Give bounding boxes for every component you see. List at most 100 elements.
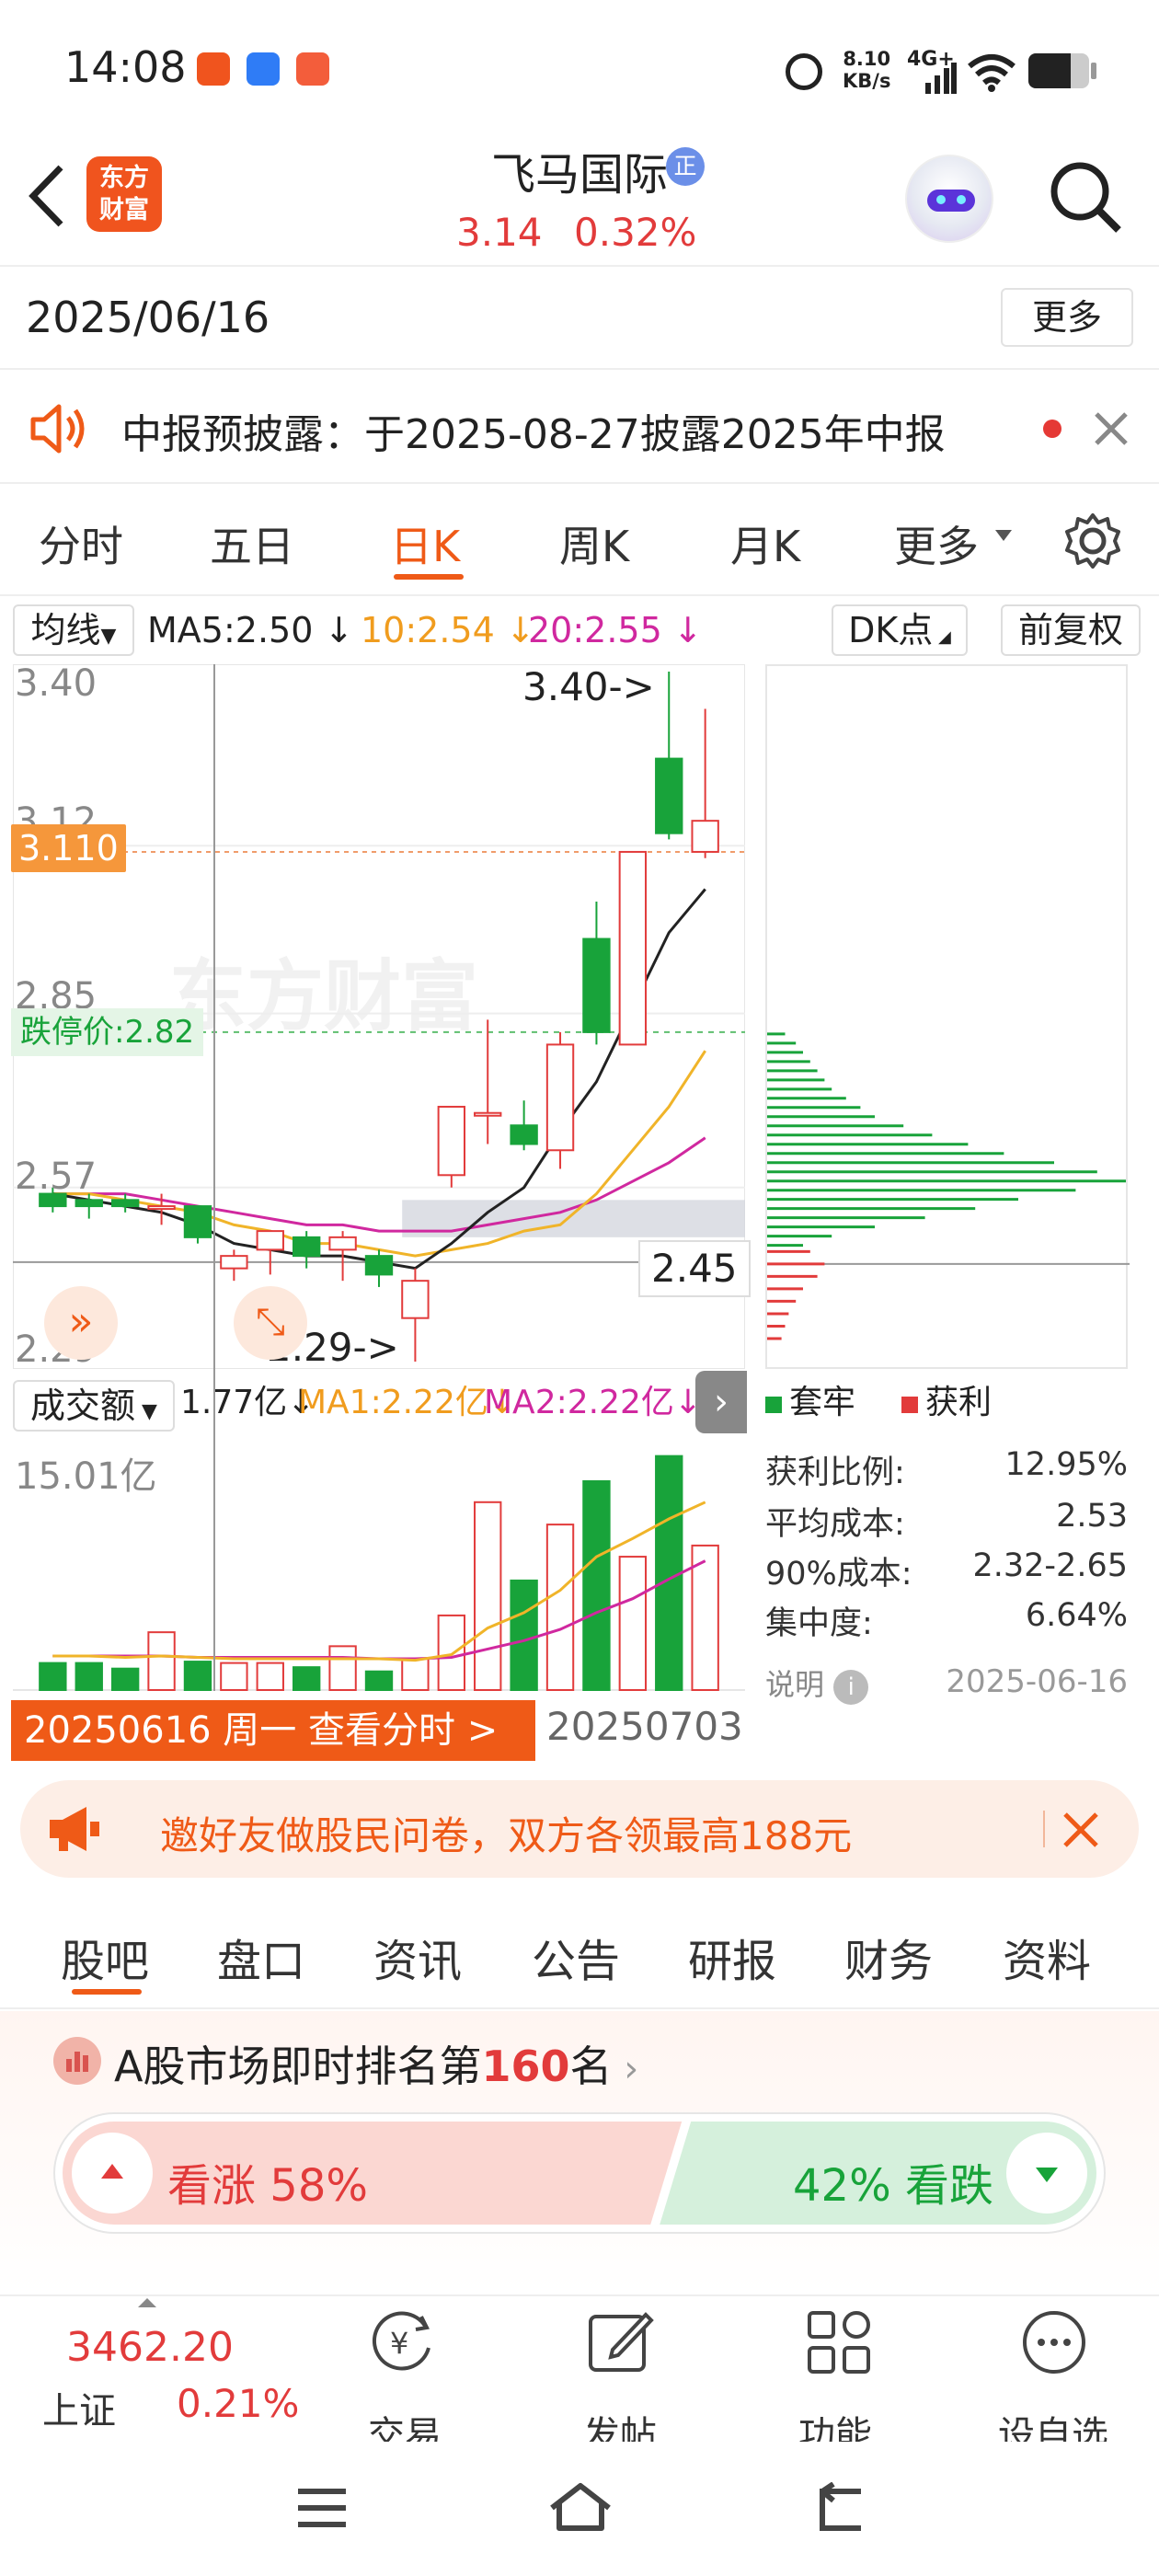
- notice-text: 中报预披露：于2025-08-27披露2025年中报: [121, 411, 946, 458]
- app-notification-icon: [296, 52, 329, 86]
- close-icon[interactable]: [1093, 410, 1130, 447]
- stat-label: 90%成本:: [765, 1556, 912, 1593]
- bull-segment: [63, 2122, 683, 2225]
- stat-label: 集中度:: [765, 1605, 873, 1642]
- expand-panel-icon[interactable]: ›: [695, 1371, 747, 1433]
- trade-icon[interactable]: ¥: [368, 2307, 438, 2377]
- note-link[interactable]: 说明 i: [765, 1662, 869, 1705]
- dk-point-button[interactable]: DK点 ◢: [832, 604, 968, 656]
- volume-bar: [691, 1544, 719, 1691]
- ranking-text[interactable]: A股市场即时排名第160名 ›: [114, 2033, 638, 2094]
- volume-bar: [39, 1662, 67, 1691]
- bear-label: 42% 看跌: [793, 2160, 993, 2212]
- home-icon[interactable]: [546, 2480, 614, 2534]
- candle-body: [618, 850, 648, 1046]
- limit-down-tag: 跌停价:2.82: [11, 1008, 204, 1056]
- tab-news[interactable]: 资讯: [373, 1925, 462, 1989]
- candle-body: [582, 937, 611, 1033]
- candle-body: [655, 757, 683, 834]
- robot-avatar-icon[interactable]: [905, 155, 993, 243]
- volume-bar: [582, 1480, 611, 1691]
- battery-tip: [1091, 63, 1096, 79]
- tab-announcements[interactable]: 公告: [532, 1925, 620, 1989]
- tab-weekly-k[interactable]: 周K: [559, 513, 629, 574]
- ma-selector-label: 均线: [30, 610, 101, 650]
- volume-value: 1.77亿↓: [180, 1384, 316, 1421]
- tab-finance[interactable]: 财务: [844, 1925, 933, 1989]
- stat-value: 6.64%: [1025, 1597, 1128, 1634]
- price-axis-label: 2.57: [15, 1156, 98, 1198]
- signal-icon: [925, 63, 957, 94]
- ranking-icon: [53, 2037, 101, 2085]
- volume-ma2: MA2:2.22亿↓: [484, 1384, 703, 1421]
- status-bar: 14:08 8.10 KB/s 4G+: [0, 0, 1159, 138]
- volume-bar: [401, 1658, 430, 1691]
- more-button[interactable]: 更多: [1001, 288, 1133, 347]
- logo-text-line1: 东方: [99, 164, 149, 192]
- vote-bear-button[interactable]: [1006, 2133, 1087, 2214]
- tab-intraday[interactable]: 分时: [39, 513, 123, 574]
- volume-selector[interactable]: 成交额 ▼: [13, 1380, 175, 1432]
- volume-bar: [183, 1661, 212, 1691]
- svg-text:¥: ¥: [390, 2326, 408, 2361]
- candle: [545, 1031, 575, 1169]
- volume-selector-label: 成交额: [30, 1386, 136, 1426]
- tab-more[interactable]: 更多: [894, 513, 979, 574]
- volume-bar: [328, 1645, 357, 1691]
- volume-bar: [545, 1524, 575, 1691]
- app-notification-icon: [197, 52, 230, 86]
- view-intraday-bar[interactable]: 20250616 周一 查看分时 >: [11, 1700, 535, 1761]
- functions-icon[interactable]: [804, 2307, 874, 2377]
- stock-price: 3.14: [456, 210, 543, 255]
- ma10-value: 10:2.54 ↓: [361, 610, 535, 650]
- more-options-icon[interactable]: [1019, 2307, 1089, 2377]
- volume-bar: [474, 1501, 502, 1691]
- status-time: 14:08: [64, 42, 187, 92]
- info-icon: i: [833, 1670, 869, 1705]
- candle-body: [110, 1199, 140, 1208]
- network-speed-value: 8.10: [843, 48, 891, 70]
- tab-research[interactable]: 研报: [688, 1925, 776, 1989]
- battery-icon: [1028, 53, 1089, 88]
- dropdown-arrow-icon: ▼: [100, 625, 117, 648]
- volume-axis-max: 15.01亿: [15, 1455, 157, 1498]
- expand-left-icon[interactable]: »: [44, 1286, 118, 1360]
- forward-adjust-button[interactable]: 前复权: [1001, 604, 1141, 656]
- fullscreen-icon[interactable]: ⤡: [234, 1286, 307, 1360]
- candle-body: [75, 1199, 103, 1208]
- app-logo: 东方 财富: [86, 156, 162, 232]
- crosshair-vertical-line: [213, 664, 215, 1691]
- tab-forum[interactable]: 股吧: [61, 1925, 149, 1989]
- arrow-down-icon: [1036, 2168, 1058, 2182]
- stat-value: 2.32-2.65: [972, 1547, 1129, 1584]
- search-icon[interactable]: [1047, 158, 1124, 236]
- menu-icon[interactable]: [294, 2484, 350, 2532]
- watermark: 东方财富: [169, 951, 478, 1041]
- chevron-down-icon: [995, 530, 1012, 541]
- current-price-tag: 3.110: [11, 824, 126, 872]
- candle-body: [183, 1205, 212, 1238]
- tab-profile[interactable]: 资料: [1003, 1925, 1091, 1989]
- index-value[interactable]: 3462.20: [66, 2324, 234, 2371]
- price-axis-label-high: 3.40: [15, 662, 98, 705]
- volume-bar: [147, 1631, 176, 1691]
- gear-icon[interactable]: [1063, 512, 1122, 570]
- tab-order-book[interactable]: 盘口: [217, 1925, 305, 1989]
- volume-bar: [437, 1614, 465, 1691]
- close-icon[interactable]: [1061, 1811, 1100, 1849]
- volume-bar: [256, 1662, 284, 1691]
- vote-bull-button[interactable]: [72, 2133, 153, 2214]
- back-nav-icon[interactable]: [808, 2482, 868, 2534]
- selected-date: 2025/06/16: [26, 293, 270, 342]
- chart-end-date: 20250703: [546, 1704, 743, 1749]
- post-icon[interactable]: [585, 2307, 655, 2377]
- back-icon[interactable]: [26, 164, 66, 228]
- tab-monthly-k[interactable]: 月K: [730, 513, 800, 574]
- tab-five-day[interactable]: 五日: [210, 513, 294, 574]
- tab-daily-k[interactable]: 日K: [390, 513, 460, 574]
- legend-profit: 获利: [901, 1380, 992, 1426]
- app-notification-icon: [247, 52, 280, 86]
- volume-bar: [220, 1662, 248, 1691]
- candle-body: [474, 1111, 502, 1117]
- ma-selector[interactable]: 均线▼: [13, 604, 134, 656]
